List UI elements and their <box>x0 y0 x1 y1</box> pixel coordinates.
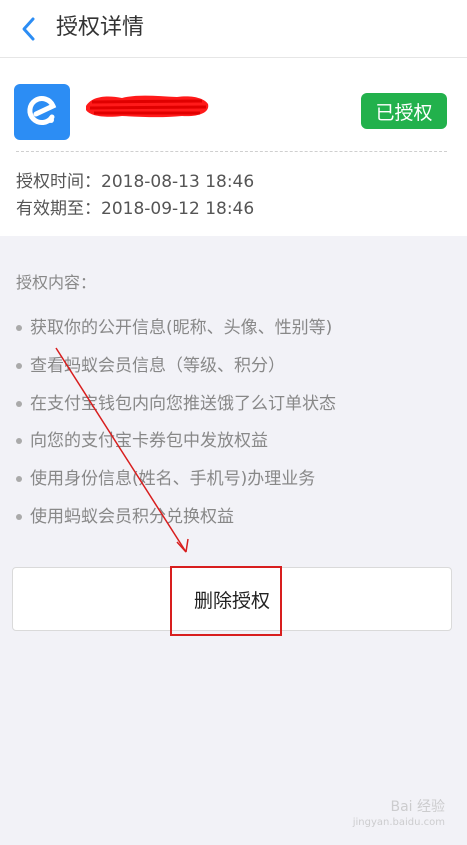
bullet-icon <box>16 476 22 482</box>
auth-time: 授权时间：2018-08-13 18:46 <box>16 172 255 192</box>
bullet-icon <box>16 363 22 369</box>
permission-item: 向您的支付宝卡券包中发放权益 <box>16 430 268 452</box>
bullet-icon <box>16 325 22 331</box>
permission-item: 在支付宝钱包内向您推送饿了么订单状态 <box>16 393 336 415</box>
permission-text: 查看蚂蚁会员信息（等级、积分） <box>30 356 285 376</box>
eleme-icon <box>27 96 57 125</box>
watermark-subtext: jingyan.baidu.com <box>352 817 445 828</box>
permission-item: 使用蚂蚁会员积分兑换权益 <box>16 506 234 528</box>
chevron-left-icon <box>22 17 35 41</box>
annotation-highlight-box <box>170 566 282 636</box>
permission-item: 查看蚂蚁会员信息（等级、积分） <box>16 355 285 377</box>
auth-card: 已授权 授权时间：2018-08-13 18:46 有效期至：2018-09-1… <box>0 58 467 236</box>
valid-until: 有效期至：2018-09-12 18:46 <box>16 199 255 219</box>
bullet-icon <box>16 438 22 444</box>
permission-text: 获取你的公开信息(昵称、头像、性别等) <box>30 318 333 338</box>
watermark-text: Bai 经验 <box>390 799 445 815</box>
back-button[interactable] <box>10 12 46 46</box>
divider <box>16 151 447 152</box>
redacted-app-name <box>86 95 209 118</box>
bullet-icon <box>16 514 22 520</box>
permission-item: 使用身份信息(姓名、手机号)办理业务 <box>16 468 315 490</box>
top-bar: 授权详情 <box>0 0 467 58</box>
permission-text: 向您的支付宝卡券包中发放权益 <box>30 431 268 451</box>
bullet-icon <box>16 401 22 407</box>
watermark: Bai 经验 jingyan.baidu.com <box>353 799 445 831</box>
permission-text: 使用身份信息(姓名、手机号)办理业务 <box>30 469 316 489</box>
permission-item: 获取你的公开信息(昵称、头像、性别等) <box>16 317 332 339</box>
app-icon <box>14 84 70 140</box>
permission-text: 使用蚂蚁会员积分兑换权益 <box>30 507 234 527</box>
page-title: 授权详情 <box>56 15 145 40</box>
permission-text: 在支付宝钱包内向您推送饿了么订单状态 <box>30 394 336 414</box>
section-label: 授权内容： <box>16 273 97 292</box>
page: 授权详情 已授权 授权时间：2018-08-13 18:46 有效期至：2018… <box>0 0 467 845</box>
status-badge: 已授权 <box>361 93 447 129</box>
